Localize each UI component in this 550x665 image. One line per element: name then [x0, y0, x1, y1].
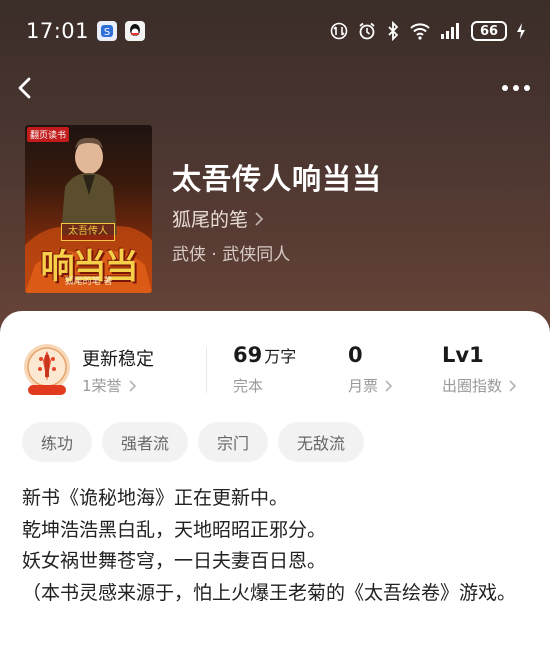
top-nav	[0, 68, 550, 108]
honor-title: 更新稳定	[82, 349, 154, 370]
author-link[interactable]: 狐尾的笔	[172, 205, 264, 232]
word-count-stat: 69 万字 完本	[233, 343, 296, 396]
description-line: （本书灵感来源于，怕上火爆王老菊的《太吾绘卷》游戏。	[22, 581, 517, 604]
completion-status: 完本	[233, 377, 264, 395]
stats-divider	[206, 347, 207, 393]
book-cover[interactable]: 翻页读书 太吾传人 响当当 狐尾的笔 著	[25, 125, 152, 293]
honor-count: 1荣誉	[82, 377, 122, 395]
cover-author: 狐尾的笔 著	[64, 277, 113, 287]
status-bar: 17:01 S 66	[0, 0, 550, 62]
popularity-index-stat[interactable]: Lv1 出圈指数	[442, 343, 517, 396]
chevron-left-icon	[18, 77, 31, 99]
cover-badge: 翻页读书	[27, 127, 70, 142]
chevron-right-icon	[385, 379, 393, 392]
description-line: 妖女祸世舞苍穹，一日夫妻百日恩。	[22, 550, 327, 573]
more-options-button[interactable]	[498, 72, 534, 104]
popularity-index-value: Lv1	[442, 343, 484, 367]
status-icons: 66	[330, 21, 526, 41]
tag-list: 练功 强者流 宗门 无敌流	[22, 422, 365, 462]
monthly-votes-label: 月票	[348, 377, 379, 395]
author-name: 狐尾的笔	[172, 209, 249, 231]
network-speed-icon	[330, 22, 348, 40]
word-count-unit: 万字	[264, 347, 297, 366]
svg-text:S: S	[104, 27, 110, 38]
monthly-votes-stat[interactable]: 0 月票	[348, 343, 393, 396]
alarm-icon	[359, 22, 375, 40]
book-title: 太吾传人响当当	[172, 162, 383, 196]
book-description[interactable]: 新书《诡秘地海》正在更新中。 乾坤浩浩黑白乱，天地昭昭正邪分。 妖女祸世舞苍穹，…	[22, 483, 532, 609]
more-dots-icon	[502, 85, 530, 91]
book-info-sheet: 更新稳定 1荣誉 69 万字 完本 0 月票 Lv1 出圈指数 练功 强者流 宗…	[0, 311, 550, 665]
tag-chip[interactable]: 强者流	[102, 422, 189, 462]
popularity-index-label: 出圈指数	[442, 377, 503, 395]
chevron-right-icon	[509, 379, 517, 392]
chevron-right-icon	[128, 379, 136, 392]
honor-medal-icon[interactable]	[22, 341, 72, 399]
monthly-votes-value: 0	[348, 343, 363, 367]
status-time: 17:01	[26, 19, 90, 43]
word-count-value: 69	[233, 343, 263, 367]
battery-icon: 66	[471, 21, 507, 41]
book-stats: 更新稳定 1荣誉 69 万字 完本 0 月票 Lv1 出圈指数	[0, 331, 550, 401]
description-line: 新书《诡秘地海》正在更新中。	[22, 487, 289, 509]
bluetooth-icon	[388, 21, 399, 41]
wifi-icon	[410, 23, 430, 40]
back-button[interactable]	[10, 72, 42, 104]
tag-chip[interactable]: 练功	[22, 422, 93, 462]
charging-icon	[517, 23, 525, 39]
qq-icon	[125, 21, 146, 41]
honor-count-link[interactable]: 1荣誉	[82, 375, 137, 396]
tag-chip[interactable]: 无敌流	[278, 422, 365, 462]
app-notification-icon: S	[97, 21, 118, 41]
description-line: 乾坤浩浩黑白乱，天地昭昭正邪分。	[22, 518, 327, 541]
tag-chip[interactable]: 宗门	[198, 422, 269, 462]
signal-icon	[441, 23, 459, 39]
book-genre: 武侠 · 武侠同人	[172, 245, 291, 265]
chevron-right-icon	[255, 211, 264, 226]
